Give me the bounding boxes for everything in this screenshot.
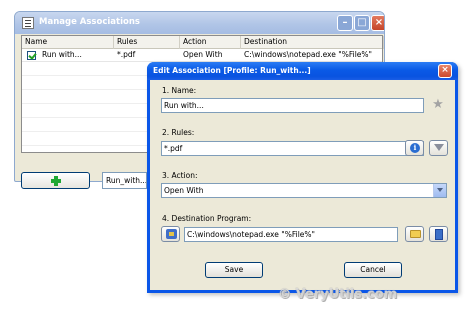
column-header-destination[interactable]: Destination [241, 36, 384, 49]
row-rules: *.pdf [117, 50, 136, 59]
edit-dialog-title: Edit Association [Profile: Run_with...] [153, 66, 311, 75]
edit-dialog-titlebar[interactable]: Edit Association [Profile: Run_with...] … [147, 62, 458, 80]
info-icon: i [410, 143, 420, 153]
filter-icon [434, 144, 444, 151]
destination-label: 4. Destination Program: [162, 214, 252, 223]
browse-folder-button[interactable] [405, 226, 424, 242]
book-icon [435, 229, 443, 240]
row-enabled-checkbox[interactable] [27, 51, 36, 60]
name-field[interactable]: Run with... [161, 98, 424, 113]
save-button[interactable]: Save [205, 262, 263, 278]
macro-book-button[interactable] [429, 226, 448, 242]
edit-association-dialog: Edit Association [Profile: Run_with...] … [147, 62, 458, 293]
close-button[interactable]: × [371, 15, 384, 31]
column-header-name[interactable]: Name [22, 36, 114, 49]
table-header: Name Rules Action Destination [22, 36, 384, 49]
table-row[interactable]: Run with... *.pdf Open With C:\windows\n… [22, 49, 382, 62]
chevron-down-icon[interactable] [433, 184, 446, 197]
manage-window-title: Manage Associations [39, 17, 140, 27]
rules-label: 2. Rules: [162, 128, 195, 137]
star-icon[interactable]: ★ [432, 98, 444, 111]
app-icon [22, 17, 34, 29]
dialog-close-button[interactable]: × [438, 64, 452, 78]
manage-window-titlebar[interactable]: Manage Associations – □ × [15, 12, 384, 34]
add-association-button[interactable] [21, 172, 90, 189]
rules-filter-button[interactable] [429, 140, 448, 156]
minimize-button[interactable]: – [337, 15, 353, 31]
name-label: 1. Name: [162, 86, 197, 95]
column-header-action[interactable]: Action [180, 36, 241, 49]
choose-program-button[interactable] [161, 226, 180, 242]
action-select-value: Open With [164, 186, 204, 195]
program-icon [166, 229, 177, 239]
destination-field[interactable]: C:\windows\notepad.exe "%File%" [184, 227, 398, 242]
rules-info-button[interactable]: i [405, 140, 424, 156]
cancel-button[interactable]: Cancel [344, 262, 402, 278]
action-select[interactable]: Open With [161, 183, 447, 198]
row-action: Open With [183, 50, 223, 59]
action-label: 3. Action: [162, 171, 198, 180]
maximize-button[interactable]: □ [354, 15, 370, 31]
rules-field[interactable]: *.pdf [161, 141, 424, 156]
profile-combo[interactable]: Run_with... [102, 172, 147, 189]
plus-icon [51, 176, 61, 186]
watermark: © VeryUtils.com [278, 287, 398, 302]
row-destination: C:\windows\notepad.exe "%File%" [244, 50, 372, 59]
row-name: Run with... [42, 50, 82, 59]
folder-icon [410, 230, 421, 238]
column-header-rules[interactable]: Rules [114, 36, 180, 49]
